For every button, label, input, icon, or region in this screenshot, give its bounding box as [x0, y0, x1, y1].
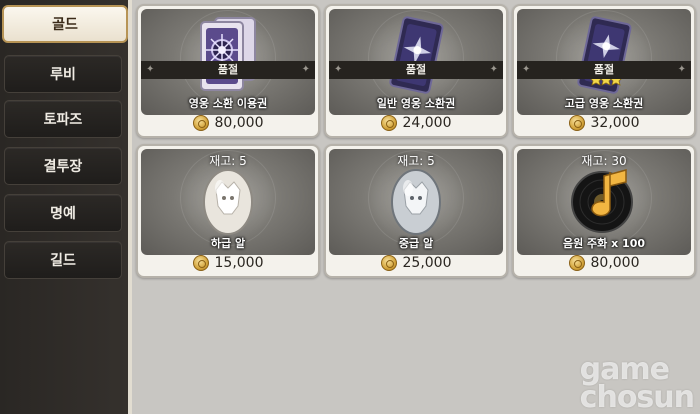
- shop-item-card[interactable]: 재고: 5 중급 알 25,000: [324, 144, 508, 278]
- gold-coin-icon: [568, 255, 585, 271]
- item-name: 음원 주화 x 100: [562, 237, 646, 250]
- shop-item-card[interactable]: ✦ 품절 ✦ 일반 영웅 소환권 24,000: [324, 4, 508, 138]
- item-art: ✦ 품절 ✦ 영웅 소환 이용권: [141, 9, 315, 115]
- category-sidebar: 골드 루비 토파즈 결투장 명예 길드: [0, 0, 128, 414]
- gold-coin-icon: [192, 255, 209, 271]
- music-coin-icon: [571, 169, 633, 233]
- watermark-logo: game chosun: [579, 352, 695, 414]
- tab-label: 루비: [50, 67, 76, 83]
- shop-item-card[interactable]: 재고: 30 음원 주화 x 100 80,000: [512, 144, 696, 278]
- item-price: 15,000: [138, 253, 318, 273]
- tab-gold[interactable]: 골드: [2, 5, 128, 43]
- item-art: 재고: 5 중급 알: [329, 149, 503, 255]
- tab-label: 명예: [50, 206, 76, 222]
- tab-ruby[interactable]: 루비: [4, 55, 122, 93]
- item-art: 재고: 30 음원 주화 x 100: [517, 149, 691, 255]
- shop-item-card[interactable]: 재고: 5 하급 알 15,000: [136, 144, 320, 278]
- item-price: 80,000: [138, 113, 318, 133]
- item-art: 재고: 5 하급 알: [141, 149, 315, 255]
- item-art: ✦ 품절 ✦ 일반 영웅 소환권: [329, 9, 503, 115]
- item-name: 중급 알: [398, 237, 434, 250]
- gold-coin-icon: [380, 115, 397, 131]
- tab-label: 골드: [52, 17, 78, 33]
- item-art: ✦ 품절 ✦ 고급 영웅 소환권: [517, 9, 691, 115]
- item-price: 80,000: [514, 253, 694, 273]
- shop-panel: ✦ 품절 ✦ 영웅 소환 이용권 80,000 ✦ 품절 ✦ 일반 영웅 소환권 24,…: [128, 0, 700, 414]
- sold-out-banner: ✦ 품절 ✦: [329, 61, 503, 79]
- low-grade-egg-icon: [203, 169, 253, 235]
- item-price: 24,000: [326, 113, 506, 133]
- sold-out-banner: ✦ 품절 ✦: [517, 61, 691, 79]
- item-name: 영웅 소환 이용권: [188, 97, 268, 110]
- mid-grade-egg-icon: [391, 169, 441, 235]
- item-price: 32,000: [514, 113, 694, 133]
- gold-coin-icon: [568, 115, 585, 131]
- normal-hero-summon-card-icon: [389, 16, 444, 94]
- hero-summon-ticket-icon: [200, 17, 256, 91]
- shop-item-card[interactable]: ✦ 품절 ✦ 영웅 소환 이용권 80,000: [136, 4, 320, 138]
- premium-hero-summon-card-icon: [577, 16, 632, 94]
- tab-label: 결투장: [43, 159, 83, 175]
- item-name: 하급 알: [210, 237, 246, 250]
- item-name: 고급 영웅 소환권: [564, 97, 644, 110]
- tab-arena[interactable]: 결투장: [4, 147, 122, 185]
- tab-label: 토파즈: [43, 112, 83, 128]
- tab-topaz[interactable]: 토파즈: [4, 100, 122, 138]
- gold-coin-icon: [192, 115, 209, 131]
- shop-item-card[interactable]: ✦ 품절 ✦ 고급 영웅 소환권 32,000: [512, 4, 696, 138]
- item-price: 25,000: [326, 253, 506, 273]
- tab-label: 길드: [50, 253, 76, 269]
- item-name: 일반 영웅 소환권: [376, 97, 456, 110]
- tab-honor[interactable]: 명예: [4, 194, 122, 232]
- tab-guild[interactable]: 길드: [4, 241, 122, 279]
- sold-out-banner: ✦ 품절 ✦: [141, 61, 315, 79]
- gold-coin-icon: [380, 255, 397, 271]
